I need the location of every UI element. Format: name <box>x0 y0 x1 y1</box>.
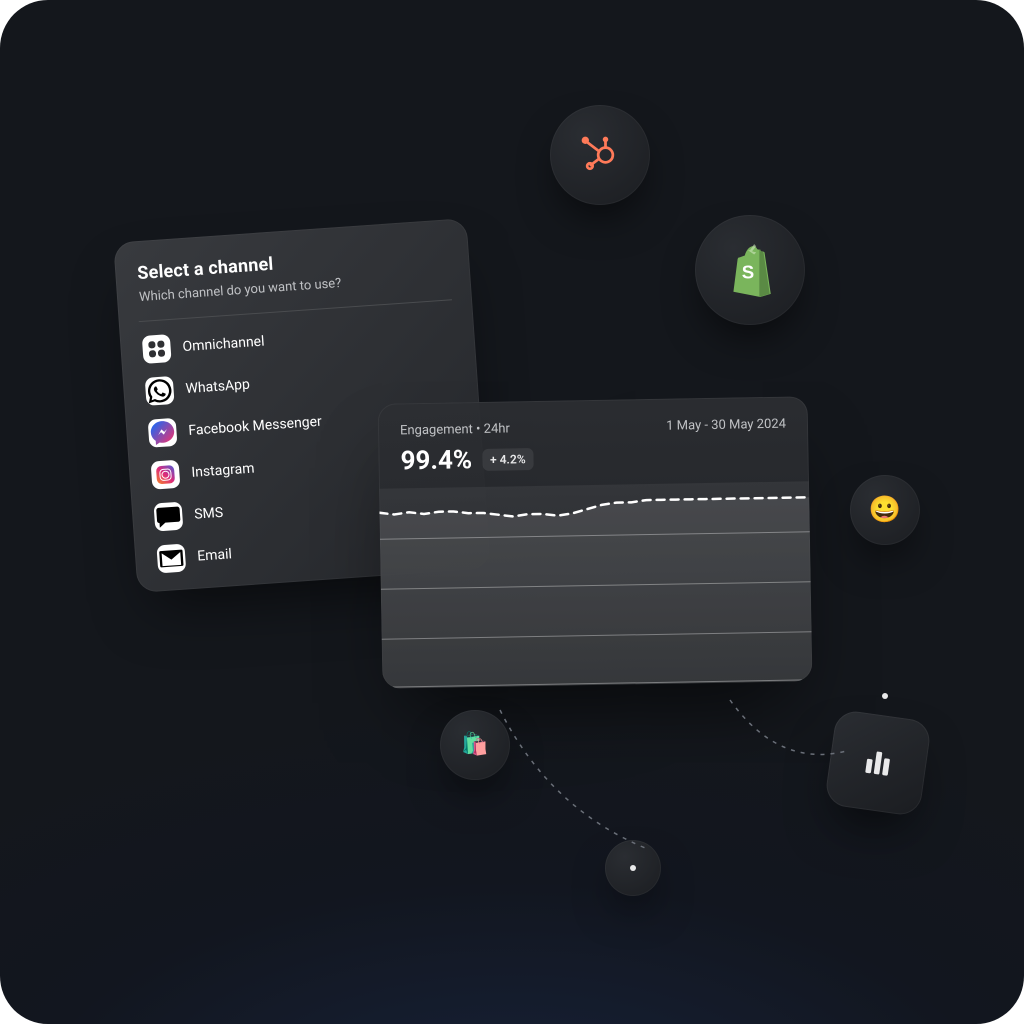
stage: Select a channel Which channel do you wa… <box>0 0 1024 1024</box>
shopify-letter: S <box>742 261 754 282</box>
integration-bubble-shopify[interactable]: S <box>695 215 805 325</box>
messenger-icon <box>148 418 178 448</box>
channel-item-label: WhatsApp <box>185 377 250 397</box>
integration-bubble-hubspot[interactable] <box>550 105 650 205</box>
engagement-value: 99.4% <box>400 445 472 476</box>
decorative-dot-bubble <box>605 840 661 896</box>
analytics-tile[interactable] <box>824 709 932 817</box>
channel-item-whatsapp[interactable]: WhatsApp <box>145 356 456 406</box>
engagement-date-range: 1 May - 30 May 2024 <box>666 417 786 434</box>
engagement-chart <box>379 481 812 688</box>
hubspot-icon <box>578 133 622 177</box>
email-icon <box>156 544 186 574</box>
omnichannel-icon <box>142 334 172 364</box>
engagement-delta-badge: + 4.2% <box>482 448 534 471</box>
channel-item-omnichannel[interactable]: Omnichannel <box>142 314 453 364</box>
engagement-card: Engagement • 24hr 1 May - 30 May 2024 99… <box>378 396 813 688</box>
shopify-icon: S <box>725 242 775 298</box>
whatsapp-icon <box>145 376 175 406</box>
engagement-title: Engagement • 24hr <box>400 421 510 438</box>
analytics-bars-icon <box>859 744 897 782</box>
instagram-icon <box>151 460 181 490</box>
channel-item-label: Email <box>197 546 233 564</box>
engagement-chart-svg <box>379 481 812 688</box>
integration-bubble-emoji[interactable]: 😀 <box>850 475 920 545</box>
shopping-bags-icon: 🛍️ <box>461 734 488 756</box>
channel-item-label: Omnichannel <box>182 333 265 355</box>
channel-item-label: SMS <box>194 505 224 523</box>
channel-item-label: Instagram <box>191 460 255 480</box>
engagement-chart-area <box>379 497 812 688</box>
channel-item-label: Facebook Messenger <box>188 414 322 439</box>
sms-icon <box>153 502 183 532</box>
smiley-emoji-icon: 😀 <box>869 497 901 523</box>
integration-bubble-shopping[interactable]: 🛍️ <box>440 710 510 780</box>
